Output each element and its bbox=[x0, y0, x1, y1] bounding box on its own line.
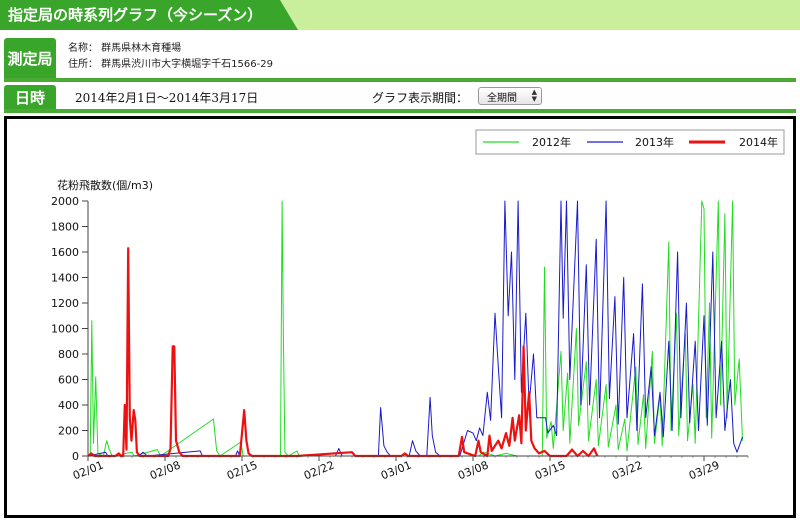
period-select[interactable]: 全期間 ▲ ▼ bbox=[478, 87, 542, 105]
y-tick-label: 200 bbox=[58, 425, 79, 438]
legend-label-2: 2013年 bbox=[635, 135, 674, 149]
chart-frame: 花粉飛散数(個/m3) 0 200 400 600 800 1000 1200 1400 1600… bbox=[4, 116, 796, 518]
y-tick-label: 1200 bbox=[51, 297, 79, 310]
x-tick-label: 02/08 bbox=[148, 458, 182, 482]
datetime-section: 日時 2014年2月1日～2014年3月17日 グラフ表示期間： 全期間 ▲ ▼ bbox=[4, 85, 796, 113]
y-tick-label: 800 bbox=[58, 348, 79, 361]
x-tick-label: 03/08 bbox=[456, 458, 490, 482]
x-tick-label: 02/22 bbox=[302, 458, 336, 482]
y-tick-label: 1400 bbox=[51, 272, 79, 285]
x-tick-label: 03/22 bbox=[610, 458, 644, 482]
y-tick-label: 400 bbox=[58, 399, 79, 412]
y-tick-label: 2000 bbox=[51, 195, 79, 208]
date-range: 2014年2月1日～2014年3月17日 bbox=[75, 91, 259, 105]
station-label: 測定局 bbox=[4, 38, 56, 78]
datetime-label: 日時 bbox=[4, 85, 56, 109]
x-tick-label: 03/15 bbox=[533, 458, 567, 482]
y-tick-label: 1000 bbox=[51, 323, 79, 336]
x-tick-label: 02/15 bbox=[225, 458, 259, 482]
y-tick-label: 1800 bbox=[51, 221, 79, 234]
x-tick-label: 03/01 bbox=[379, 458, 413, 482]
period-select-value: 全期間 bbox=[487, 92, 517, 104]
station-name: 名称： 群馬県林木育種場 bbox=[68, 43, 182, 54]
x-tick-label: 03/29 bbox=[687, 458, 721, 482]
station-section: 測定局 名称： 群馬県林木育種場 住所： 群馬県渋川市大字横堀字千石1566-2… bbox=[4, 38, 796, 82]
y-tick-label: 0 bbox=[72, 450, 79, 463]
station-info: 名称： 群馬県林木育種場 住所： 群馬県渋川市大字横堀字千石1566-29 bbox=[68, 41, 273, 73]
y-axis-label: 花粉飛散数(個/m3) bbox=[57, 178, 153, 192]
series-line-1 bbox=[89, 200, 743, 457]
y-tick-label: 1600 bbox=[51, 246, 79, 259]
period-label: グラフ表示期間： bbox=[372, 91, 469, 105]
select-arrows-icon: ▲ ▼ bbox=[531, 88, 537, 103]
station-address: 住所： 群馬県渋川市大字横堀字千石1566-29 bbox=[68, 59, 273, 70]
page-title: 指定局の時系列グラフ（今シーズン） bbox=[0, 0, 298, 30]
y-tick-label: 600 bbox=[58, 374, 79, 387]
legend-label-3: 2014年 bbox=[739, 135, 778, 149]
legend-box bbox=[475, 129, 785, 155]
legend-label-1: 2012年 bbox=[532, 135, 571, 149]
pollen-chart: 花粉飛散数(個/m3) 0 200 400 600 800 1000 1200 1400 1600… bbox=[51, 129, 785, 482]
title-bar: 指定局の時系列グラフ（今シーズン） bbox=[0, 0, 800, 30]
